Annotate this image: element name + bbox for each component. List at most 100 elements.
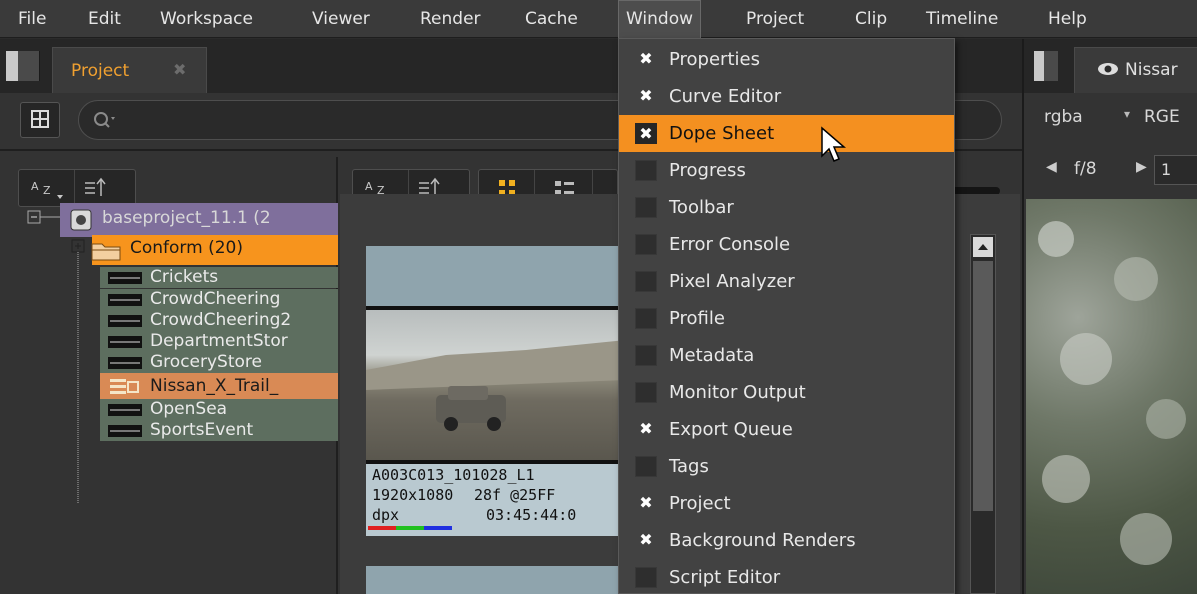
checkbox-empty [635,456,657,477]
checkbox-empty [635,197,657,218]
menu-viewer[interactable]: Viewer [312,0,370,38]
clip-icon [108,425,142,437]
viewer-panel: Nissar rgba ▾ RGE ◀ f/8 ▶ 1 [1022,39,1197,594]
viewer-image [1026,199,1197,594]
clip-thumbnail-image [366,306,626,464]
menu-script-editor[interactable]: Script Editor [619,559,954,594]
menu-clip[interactable]: Clip [855,0,887,38]
menu-edit[interactable]: Edit [88,0,121,38]
clip-thumbnail-card[interactable] [366,566,626,594]
menu-profile[interactable]: Profile [619,300,954,337]
check-icon: ✖ [639,493,653,512]
menu-progress[interactable]: Progress [619,152,954,189]
menu-curve-editor[interactable]: ✖ Curve Editor [619,78,954,115]
clip-resolution: 1920x1080 [372,486,454,504]
tree-bin-label: Conform (20) [130,238,243,258]
tree-clip[interactable]: DepartmentStor [100,331,338,352]
panel-handle[interactable] [1034,51,1058,81]
checkbox-empty [635,308,657,329]
folder-icon [91,243,121,261]
clip-icon [108,357,142,369]
menu-background-renders[interactable]: ✖ Background Renders [619,522,954,559]
tree-bin-conform[interactable]: Conform (20) [91,235,338,265]
menu-render[interactable]: Render [420,0,481,38]
viewer-toolbar: rgba ▾ RGE [1024,93,1197,143]
menu-dope-sheet[interactable]: ✖ Dope Sheet [619,115,954,152]
menu-properties[interactable]: ✖ Properties [619,41,954,78]
fstop-value: f/8 [1074,159,1097,179]
car-image [366,340,626,431]
tab-project[interactable]: Project ✖ [52,47,207,93]
menu-metadata[interactable]: Metadata [619,337,954,374]
menu-file[interactable]: File [18,0,46,38]
menu-timeline[interactable]: Timeline [926,0,998,38]
tab-viewer[interactable]: Nissar [1074,47,1197,93]
scroll-up-icon[interactable] [973,237,993,257]
check-icon: ✖ [639,530,653,549]
clip-icon [108,315,142,327]
menu-export-queue[interactable]: ✖ Export Queue [619,411,954,448]
menu-project[interactable]: ✖ Project [619,485,954,522]
sequence-icon [110,379,139,394]
tree-clip[interactable]: Crickets [100,267,338,288]
menu-tags[interactable]: Tags [619,448,954,485]
tree-root-label: baseproject_11.1 (2 [102,208,271,228]
tree-clip[interactable]: CrowdCheering2 [100,310,338,331]
tree-clip[interactable]: SportsEvent [100,420,338,441]
search-icon [94,112,115,128]
checkbox-empty [635,271,657,292]
checkbox-empty [635,567,657,588]
menu-window[interactable]: Window [618,0,702,38]
panel-handle[interactable] [6,51,40,81]
checkbox-empty [635,345,657,366]
clip-icon [108,404,142,416]
channel-select[interactable]: rgba [1044,107,1083,127]
viewer-controls: ◀ f/8 ▶ 1 [1024,149,1197,193]
close-icon[interactable]: ✖ [173,60,186,79]
clip-icon [108,294,142,306]
clip-timecode: 03:45:44:0 [486,506,577,524]
layout-grid-button[interactable] [20,102,60,138]
menu-monitor-output[interactable]: Monitor Output [619,374,954,411]
tree-clip[interactable]: OpenSea [100,399,338,420]
viewer-tabbar: Nissar [1024,39,1197,93]
project-tree: baseproject_11.1 (2 Conform (20) Cricket… [14,198,338,528]
tree-clip-selected[interactable]: Nissan_X_Trail_ [100,373,338,399]
menu-workspace[interactable]: Workspace [160,0,253,38]
prev-fstop-icon[interactable]: ◀ [1046,159,1057,175]
project-icon [70,209,92,231]
mouse-cursor-icon [821,126,847,162]
clip-icon [108,272,142,284]
tree-root[interactable]: baseproject_11.1 (2 [60,203,338,237]
check-icon: ✖ [635,123,657,144]
menu-pixel-analyzer[interactable]: Pixel Analyzer [619,263,954,300]
channel2-select[interactable]: RGE [1144,107,1180,127]
scroll-thumb[interactable] [973,261,993,511]
chevron-down-icon[interactable]: ▾ [1124,107,1130,121]
menu-project[interactable]: Project [746,0,804,38]
checkbox-empty [635,160,657,181]
svg-text:A: A [365,180,373,193]
tree-clip[interactable]: CrowdCheering [100,289,338,310]
svg-text:Z: Z [43,184,51,197]
bin-scrollbar[interactable] [970,234,996,594]
menu-error-console[interactable]: Error Console [619,226,954,263]
clip-icon [108,336,142,348]
frame-input[interactable]: 1 [1154,155,1197,185]
menu-help[interactable]: Help [1048,0,1087,38]
menu-cache[interactable]: Cache [525,0,578,38]
tab-project-label: Project [71,61,130,81]
clip-thumbnail-meta: A003C013_101028_L1 1920x1080 28f @25FF d… [366,464,626,536]
check-icon: ✖ [639,49,653,68]
check-icon: ✖ [639,86,653,105]
check-icon: ✖ [639,419,653,438]
menubar: File Edit Workspace Viewer Render Cache … [0,0,1197,38]
channel-indicator [368,526,452,530]
clip-thumbnail-card[interactable]: A003C013_101028_L1 1920x1080 28f @25FF d… [366,246,626,536]
tab-viewer-label: Nissar [1125,60,1178,80]
eye-icon [1098,63,1118,75]
clip-rate: 28f @25FF [474,486,556,504]
tree-clip[interactable]: GroceryStore [100,352,338,373]
menu-toolbar[interactable]: Toolbar [619,189,954,226]
next-fstop-icon[interactable]: ▶ [1136,159,1147,175]
